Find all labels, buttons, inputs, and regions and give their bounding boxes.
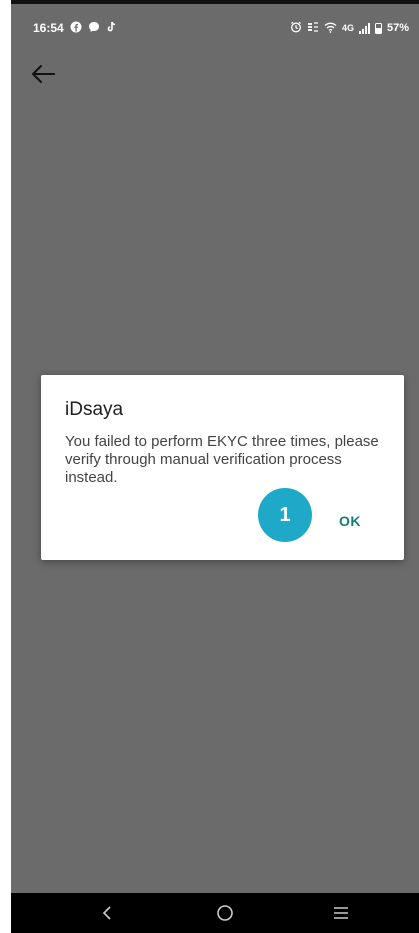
nav-back-icon (102, 906, 111, 920)
status-left: 16:54 (33, 21, 117, 35)
nav-home-button[interactable] (195, 893, 255, 933)
status-right: 4G 57% (290, 21, 409, 35)
step-badge: 1 (258, 488, 312, 542)
nav-back-button[interactable] (77, 893, 137, 933)
dialog-title: iDsaya (65, 399, 124, 420)
ok-button[interactable]: OK (339, 513, 361, 529)
tiktok-icon (106, 21, 117, 35)
wifi-data-icon (307, 21, 319, 35)
phone-screen: 16:54 4G 57% iDsaya You failed to perfor… (11, 4, 419, 933)
nav-recents-icon (334, 907, 348, 919)
back-button[interactable] (25, 56, 61, 92)
nav-recents-button[interactable] (311, 893, 371, 933)
battery-icon (374, 22, 382, 34)
wifi-icon (324, 21, 337, 35)
status-bar: 16:54 4G 57% (11, 4, 419, 48)
nav-home-icon (217, 905, 233, 921)
frame-edge (0, 0, 11, 933)
navigation-bar (11, 893, 419, 933)
signal-icon (358, 22, 370, 34)
alarm-icon (290, 21, 302, 35)
chat-bubble-icon (88, 21, 100, 35)
battery-level: 57% (386, 22, 409, 34)
arrow-left-icon (32, 65, 55, 83)
dialog-message: You failed to perform EKYC three times, … (65, 433, 379, 486)
alert-dialog: iDsaya You failed to perform EKYC three … (41, 375, 404, 560)
status-time: 16:54 (33, 21, 64, 35)
facebook-icon (70, 21, 82, 35)
network-type: 4G (341, 23, 354, 33)
